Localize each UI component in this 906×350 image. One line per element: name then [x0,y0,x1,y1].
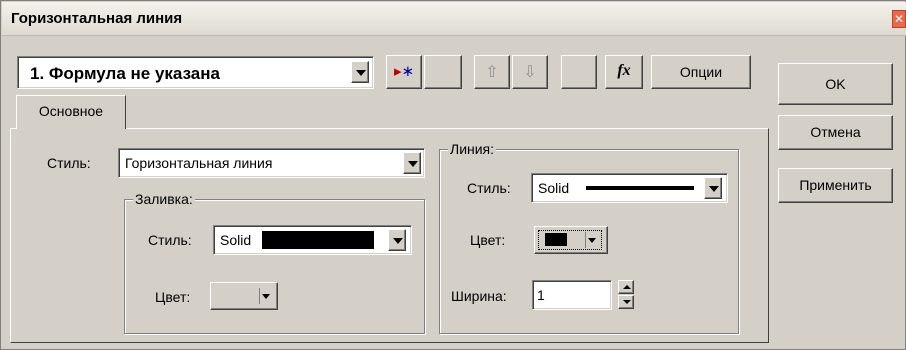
formula-select-value: 1. Формула не указана [30,64,220,83]
fill-style-value: Solid [220,232,252,248]
arrow-down-icon: ⇩ [523,64,537,81]
blank-button-1[interactable] [424,55,462,89]
chevron-down-icon[interactable] [704,177,722,199]
spin-up-button[interactable] [618,280,634,294]
line-style-select[interactable]: Solid [531,173,728,203]
move-down-button[interactable]: ⇩ [512,55,548,89]
fill-style-sample [262,231,374,249]
new-formula-icon: ▸∗ [393,63,415,80]
new-formula-button[interactable]: ▸∗ [386,55,422,89]
apply-button[interactable]: Применить [778,168,893,203]
options-button[interactable]: Опции [651,55,751,89]
line-color-label: Цвет: [470,232,506,248]
arrow-up-icon: ⇧ [485,64,499,81]
tab-main-label: Основное [38,103,104,119]
dialog-window: Горизонтальная линия ✕ 1. Формула не ука… [0,0,906,350]
fill-group: Заливка: Стиль: Solid Цвет: [124,191,425,334]
function-icon: fx [617,62,631,79]
window-title: Горизонтальная линия [11,10,183,27]
line-color-button[interactable] [534,226,608,254]
fill-color-button[interactable] [210,282,278,310]
chevron-down-icon[interactable] [388,229,406,251]
ok-button[interactable]: OK [778,63,893,105]
style-label: Стиль: [47,155,91,171]
fill-group-legend: Заливка: [133,191,195,207]
fx-button[interactable]: fx [605,55,643,89]
blank-button-2[interactable] [561,55,597,89]
line-group-legend: Линия: [448,141,497,157]
fill-color-label: Цвет: [155,289,191,305]
chevron-down-icon [259,288,271,304]
move-up-button[interactable]: ⇧ [474,55,510,89]
line-style-sample [586,186,694,190]
line-style-label: Стиль: [467,180,511,196]
style-select[interactable]: Горизонтальная линия [118,148,425,178]
options-button-label: Опции [679,64,723,80]
style-select-value: Горизонтальная линия [125,155,273,171]
close-icon[interactable]: ✕ [892,10,906,28]
cancel-button[interactable]: Отмена [778,115,893,150]
chevron-down-icon[interactable] [403,152,421,174]
tab-panel-main: Стиль: Горизонтальная линия Заливка: Сти… [10,128,769,343]
line-color-swatch [545,233,567,246]
tab-main[interactable]: Основное [16,95,126,129]
ok-button-label: OK [825,76,846,92]
formula-select[interactable]: 1. Формула не указана [17,56,374,89]
line-width-value: 1 [537,287,545,303]
cancel-button-label: Отмена [810,124,861,140]
fill-style-label: Стиль: [148,232,192,248]
title-bar[interactable]: Горизонтальная линия ✕ [2,2,906,36]
chevron-down-icon[interactable] [351,61,369,83]
spin-down-button[interactable] [618,295,634,309]
fill-style-select[interactable]: Solid [213,225,412,255]
line-width-input[interactable]: 1 [532,280,612,310]
line-width-label: Ширина: [451,288,507,304]
chevron-down-icon [585,232,597,248]
apply-button-label: Применить [799,177,872,193]
line-style-value: Solid [538,180,570,196]
line-group: Линия: Стиль: Solid Цвет: Ширина: 1 [439,141,739,334]
